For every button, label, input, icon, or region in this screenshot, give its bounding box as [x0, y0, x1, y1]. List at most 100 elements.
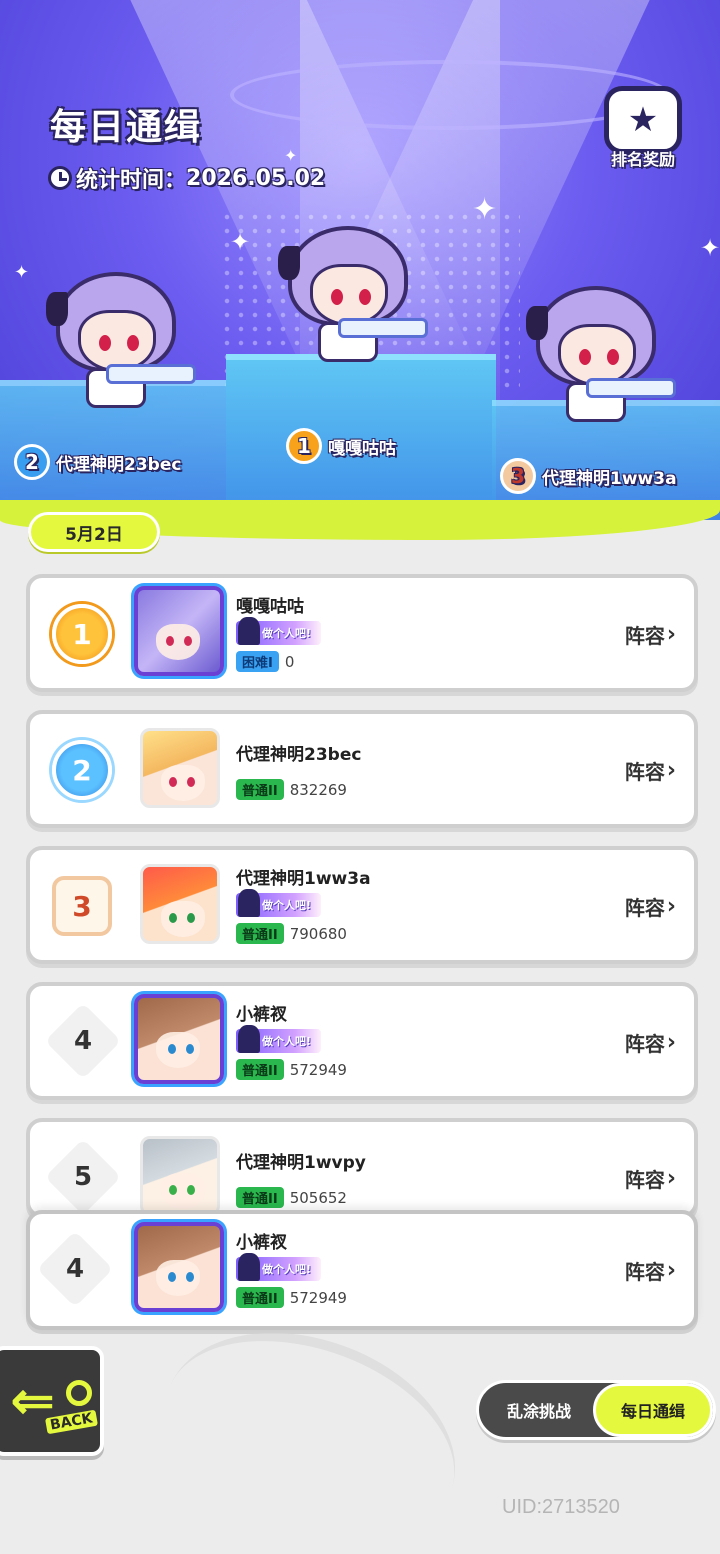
player-name: 嘎嘎咕咕 — [236, 597, 304, 617]
score: 572949 — [289, 1288, 347, 1307]
lineup-button[interactable]: 阵容 › — [625, 1028, 676, 1057]
difficulty-line: 普通II 572949 — [236, 1287, 347, 1308]
podium-name-first: 1 嘎嘎咕咕 — [286, 428, 396, 464]
rank-silver-badge: 2 — [52, 740, 112, 800]
podium-character-first — [278, 226, 428, 366]
score: 790680 — [289, 924, 347, 943]
lineup-label: 阵容 — [624, 624, 665, 648]
chevron-right-icon: › — [666, 894, 676, 919]
player-info: 小裤衩 做个人吧! 普通II 572949 — [236, 1000, 347, 1080]
leaderboard-row[interactable]: 4 小裤衩 做个人吧! 普通II 572949 阵容 › — [26, 982, 698, 1100]
difficulty-tag: 普通II — [236, 1287, 284, 1308]
lineup-button[interactable]: 阵容 › — [625, 1164, 676, 1193]
rank-number: 4 — [65, 1254, 85, 1284]
leaderboard-row[interactable]: 1 嘎嘎咕咕 做个人吧! 困难I 0 阵容 › — [26, 574, 698, 692]
lineup-button[interactable]: 阵容 › — [625, 1256, 676, 1285]
back-button[interactable]: ⇐ BACK — [0, 1346, 104, 1456]
rank-star-icon: 3 — [500, 458, 536, 494]
avatar — [134, 994, 224, 1084]
score: 505652 — [289, 1188, 347, 1207]
ranking-reward-button[interactable]: ★ 排名奖励 — [598, 86, 688, 182]
uid-label: UID:2713520 — [502, 1496, 620, 1518]
chevron-right-icon: › — [666, 1030, 676, 1055]
clock-icon — [48, 166, 72, 190]
leaderboard-row[interactable]: 5 代理神明1wvpy 普通II 505652 阵容 › — [26, 1118, 698, 1218]
podium-player-name: 代理神明1ww3a — [542, 468, 677, 489]
score: 572949 — [289, 1060, 347, 1079]
lineup-label: 阵容 — [624, 760, 665, 784]
back-ring-icon — [66, 1380, 92, 1406]
title-badge: 做个人吧! — [236, 617, 322, 645]
podium-name-third: 3 代理神明1ww3a — [500, 458, 677, 494]
chevron-right-icon: › — [666, 1258, 676, 1283]
rank-number: 5 — [73, 1162, 93, 1192]
sparkle-icon: ✦ — [472, 192, 498, 227]
player-info: 代理神明1wvpy 普通II 505652 — [236, 1148, 366, 1208]
mode-tabs: 乱涂挑战 每日通缉 — [476, 1380, 716, 1440]
chevron-right-icon: › — [666, 622, 676, 647]
difficulty-line: 困难I 0 — [236, 651, 321, 672]
rank-star-icon: 2 — [14, 444, 50, 480]
podium-player-name: 代理神明23bec — [56, 454, 182, 475]
lineup-label: 阵容 — [624, 1168, 665, 1192]
sparkle-icon: ✦ — [700, 234, 720, 262]
difficulty-tag: 普通II — [236, 779, 284, 800]
lineup-button[interactable]: 阵容 › — [625, 756, 676, 785]
rank-number: 4 — [73, 1026, 93, 1056]
date-pill: 5月2日 — [28, 512, 160, 552]
difficulty-tag: 普通II — [236, 1187, 284, 1208]
title-badge: 做个人吧! — [236, 889, 322, 917]
player-name: 代理神明1wvpy — [236, 1153, 366, 1173]
difficulty-tag: 普通II — [236, 1059, 284, 1080]
player-info: 代理神明1ww3a 做个人吧! 普通II 790680 — [236, 864, 371, 944]
trophy-icon: ★ — [604, 86, 682, 154]
title-badge: 做个人吧! — [236, 1253, 322, 1281]
podium-player-name: 嘎嘎咕咕 — [328, 438, 396, 459]
leaderboard-row[interactable]: 2 代理神明23bec 普通II 832269 阵容 › — [26, 710, 698, 828]
player-name: 小裤衩 — [236, 1233, 287, 1253]
tab-doodle-challenge[interactable]: 乱涂挑战 — [479, 1383, 599, 1437]
player-name: 代理神明1ww3a — [236, 869, 371, 889]
player-info: 嘎嘎咕咕 做个人吧! 困难I 0 — [236, 592, 322, 672]
difficulty-line: 普通II 832269 — [236, 779, 361, 800]
avatar — [140, 1136, 220, 1214]
lineup-button[interactable]: 阵容 › — [625, 620, 676, 649]
podium-character-second — [46, 272, 196, 412]
score: 0 — [284, 652, 295, 671]
avatar — [134, 586, 224, 676]
page-title: 每日通缉 — [50, 107, 203, 148]
lineup-label: 阵容 — [624, 1032, 665, 1056]
player-name: 小裤衩 — [236, 1005, 287, 1025]
player-name: 代理神明23bec — [236, 745, 362, 765]
tab-daily-wanted[interactable]: 每日通缉 — [593, 1383, 713, 1437]
difficulty-line: 普通II 790680 — [236, 923, 371, 944]
podium-name-second: 2 代理神明23bec — [14, 444, 181, 480]
avatar — [140, 864, 220, 944]
difficulty-tag: 困难I — [236, 651, 279, 672]
score: 832269 — [289, 780, 347, 799]
difficulty-tag: 普通II — [236, 923, 284, 944]
stat-time-label: 统计时间： — [76, 168, 187, 193]
stat-time: 统计时间： 2026.05.02 — [48, 162, 325, 194]
player-info: 小裤衩 做个人吧! 普通II 572949 — [236, 1228, 347, 1308]
difficulty-line: 普通II 572949 — [236, 1059, 347, 1080]
rank-gold-badge: 1 — [52, 604, 112, 664]
avatar — [140, 728, 220, 808]
title-badge: 做个人吧! — [236, 1025, 322, 1053]
player-info: 代理神明23bec 普通II 832269 — [236, 740, 361, 800]
sparkle-icon: ✦ — [14, 262, 30, 283]
sparkle-icon: ✦ — [230, 228, 251, 256]
leaderboard-row[interactable]: 3 代理神明1ww3a 做个人吧! 普通II 790680 阵容 › — [26, 846, 698, 964]
rank-star-icon: 1 — [286, 428, 322, 464]
podium-character-third — [526, 286, 676, 426]
stat-time-value: 2026.05.02 — [186, 165, 326, 191]
lineup-label: 阵容 — [624, 1260, 665, 1284]
rank-badge: 4 — [44, 1002, 122, 1080]
rank-badge: 5 — [44, 1138, 122, 1214]
rank-bronze-badge: 3 — [52, 876, 112, 936]
podium-stage: ✦ ✦ ✦ ✦ ✦ ✦ ✦ 2 代理神明23bec 1 嘎嘎咕咕 3 代理神明1… — [0, 0, 720, 520]
rank-badge: 4 — [36, 1230, 114, 1308]
chevron-right-icon: › — [666, 1166, 676, 1191]
lineup-button[interactable]: 阵容 › — [625, 892, 676, 921]
my-rank-row[interactable]: 4 小裤衩 做个人吧! 普通II 572949 阵容 › — [26, 1210, 698, 1330]
